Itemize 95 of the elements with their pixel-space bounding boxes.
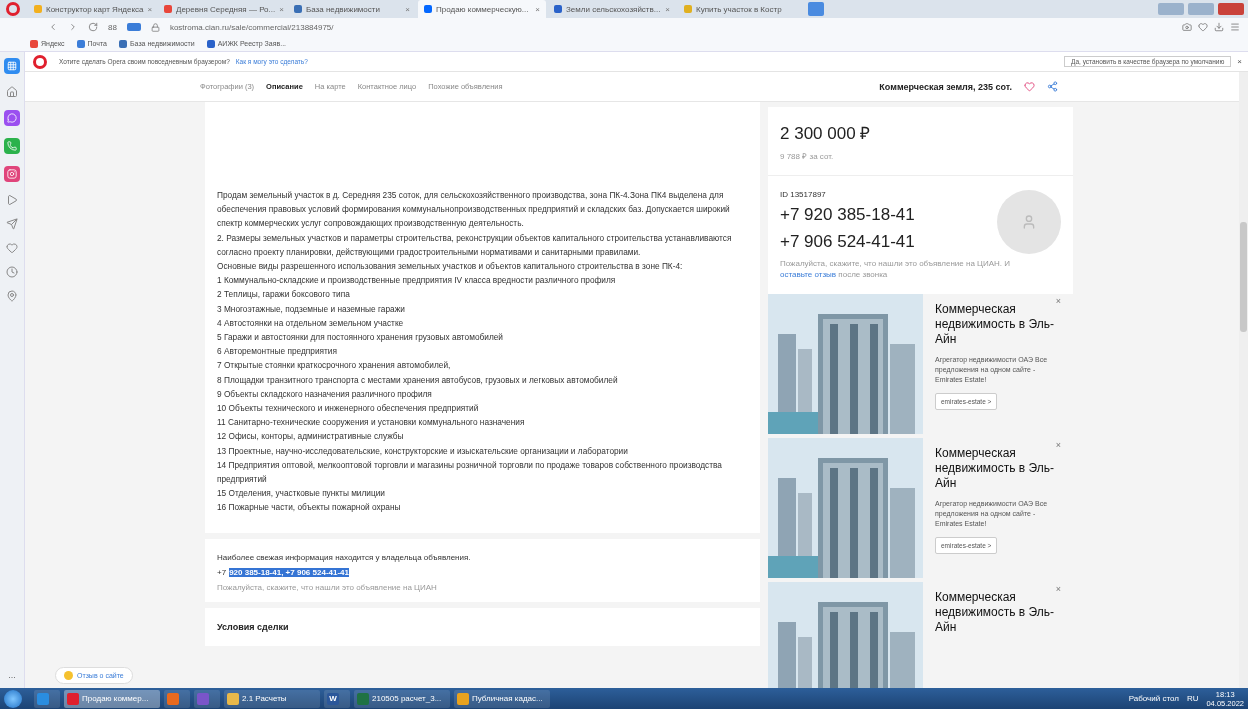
phone-prefix: +7 xyxy=(217,567,227,577)
app-icon xyxy=(37,692,49,705)
browser-tab[interactable]: Купить участок в Костр xyxy=(678,0,806,18)
close-icon[interactable]: × xyxy=(147,4,153,14)
description-text: 16 Пожарные части, объекты пожарной охраны xyxy=(217,501,402,515)
taskbar-item[interactable]: 210505 расчет_3... xyxy=(354,689,450,708)
browser-tab[interactable]: База недвижимости × xyxy=(288,0,416,18)
taskbar-item[interactable] xyxy=(194,689,220,708)
ad-title[interactable]: Коммерческая недвижимость в Эль-Айн xyxy=(935,446,1055,491)
app-icon xyxy=(457,692,469,705)
desktop-label[interactable]: Рабочий стол xyxy=(1128,694,1179,703)
description-text: 12 Офисы, конторы, административные службы xyxy=(217,430,405,444)
description-text: 5 Гаражи и автостоянки для постоянного хранения грузовых автомобилей xyxy=(217,331,504,345)
scrollbar-thumb[interactable] xyxy=(1240,222,1247,332)
description-text: 2. Размеры земельных участков и параметры строительства, реконструкции объектов капитального строительства устанавливаются согласно проекту планировки, действующими градостроительными нормативами и санитарными правилами. xyxy=(217,231,733,259)
description-text: 3 Многоэтажные, подземные и наземные гаражи xyxy=(217,302,406,316)
lock-icon xyxy=(150,22,160,32)
speed-dial-label[interactable]: 88 xyxy=(108,22,117,32)
listing-id: ID 13517897 xyxy=(780,190,827,201)
price-per-unit: 9 788 ₽ за сот. xyxy=(780,151,835,161)
taskbar-item[interactable] xyxy=(164,689,190,708)
opera-logo-icon xyxy=(33,54,47,69)
phone-number[interactable]: +7 906 524-41-41 xyxy=(780,231,997,254)
close-icon[interactable]: × xyxy=(279,4,284,14)
description-text: 13 Проектные, научно-исследовательские, конструкторские и изыскательские организации и лаборатории xyxy=(217,444,629,458)
heart-icon[interactable] xyxy=(1198,22,1208,32)
download-icon[interactable] xyxy=(1214,22,1224,32)
description-text: 2 Теплицы, гаражи боксового типа xyxy=(217,288,351,302)
taskbar-item[interactable]: Продаю коммер... xyxy=(64,689,160,708)
browser-tab[interactable]: Деревня Середняя — Ро... × xyxy=(158,0,286,18)
section-title: Условия сделки xyxy=(205,607,760,646)
app-icon xyxy=(227,692,239,705)
app-icon[interactable] xyxy=(4,138,20,154)
description-text: 8 Площадки транзитного транспорта с местами хранения автобусов, грузовых и легковых автомобилей xyxy=(217,373,619,387)
close-button[interactable]: × xyxy=(1055,584,1061,594)
app-icon xyxy=(67,692,79,705)
close-button[interactable]: × xyxy=(1055,440,1061,450)
description-text: 15 Отделения, участковые пункты милиции xyxy=(217,487,386,501)
app-icon[interactable] xyxy=(4,110,20,126)
taskbar-item[interactable]: W xyxy=(324,689,350,708)
phone-numbers: 920 385-18-41, +7 906 524-41-41 xyxy=(229,567,349,577)
close-icon[interactable]: × xyxy=(665,4,670,14)
description-text: Основные виды разрешенного использования земельных участков и объектов капитального строительства в зоне ПК-4: xyxy=(217,260,684,273)
hint-text: Пожалуйста, скажите, что нашли это объявление на ЦИАН xyxy=(217,582,438,592)
camera-icon[interactable] xyxy=(1182,22,1192,32)
address-field[interactable]: kostroma.cian.ru/sale/commercial/213884975/ xyxy=(169,22,334,32)
app-icon[interactable] xyxy=(4,166,20,182)
taskbar-item[interactable]: 2.1 Расчеты xyxy=(224,689,320,708)
app-icon: W xyxy=(327,692,339,705)
close-button[interactable]: × xyxy=(1055,296,1061,306)
share-icon[interactable] xyxy=(1047,81,1058,92)
hint-text: Пожалуйста, скажите, что нашли это объявление на ЦИАН. И оставьте отзыв после звонка xyxy=(780,258,1012,280)
start-button[interactable] xyxy=(4,689,22,708)
description-text: 1 Коммунально-складские и производственные предприятия IV класса вредности различного профиля xyxy=(217,274,617,288)
browser-tab[interactable]: Конструктор карт Яндекса × xyxy=(28,0,156,18)
phone-number[interactable]: +7 920 385-18-41 xyxy=(780,205,997,228)
owner-note: Наиболее свежая информация находится у владельца объявления. xyxy=(217,552,472,562)
description-text: 4 Автостоянки на отдельном земельном участке xyxy=(217,316,405,330)
close-button[interactable]: × xyxy=(1237,57,1242,66)
send-icon[interactable] xyxy=(6,218,18,230)
menu-icon[interactable] xyxy=(1230,22,1240,32)
heart-icon[interactable] xyxy=(1024,81,1035,92)
language-indicator[interactable]: RU xyxy=(1186,694,1199,703)
description-text: 7 Открытые стоянки краткосрочного хранения автомобилей, xyxy=(217,359,452,373)
pin-icon[interactable] xyxy=(6,290,18,302)
taskbar-item[interactable] xyxy=(34,689,60,708)
feedback-link[interactable]: оставьте отзыв xyxy=(780,270,837,279)
description-text: Продам земельный участок в д. Середняя 235 соток, для сельскохозяйственного производства, зона ПК-4.Зона ПК4 выделена для обеспечения правовых условий формирования коммунальнопроизводственных предприятий и складских баз. Допускается широкий спектр коммерческих услуг сопровождающих производственную деятельность. xyxy=(217,189,731,231)
description-text: 6 Авторемонтные предприятия xyxy=(217,345,338,359)
description-text: 11 Санитарно-технические сооружения и установки коммунального назначения xyxy=(217,416,526,430)
close-icon[interactable]: × xyxy=(405,4,410,14)
home-icon[interactable] xyxy=(6,86,18,98)
close-icon[interactable]: × xyxy=(535,4,540,14)
reload-icon[interactable] xyxy=(88,22,98,32)
description-text: 14 Предприятия оптовой, мелкооптовой торговли и магазины розничной торговли по продаже товаров собственного производства предприятий xyxy=(217,458,723,487)
description-text: 10 Объекты технического и инженерного обеспечения предприятий xyxy=(217,402,480,416)
heart-icon[interactable] xyxy=(6,242,18,254)
app-icon xyxy=(167,692,179,705)
taskbar-item[interactable]: Публичная кадас... xyxy=(454,689,550,708)
smile-icon xyxy=(64,671,73,680)
browser-tab[interactable]: Земли сельскохозяйств... × xyxy=(548,0,676,18)
app-icon xyxy=(197,692,209,705)
play-icon[interactable] xyxy=(6,194,18,206)
back-icon[interactable] xyxy=(48,22,58,32)
listing-title: Коммерческая земля, 235 сот. xyxy=(879,81,1012,92)
ad-title[interactable]: Коммерческая недвижимость в Эль-Айн xyxy=(935,302,1055,347)
price: 2 300 000 ₽ xyxy=(780,123,872,144)
ad-title[interactable]: Коммерческая недвижимость в Эль-Айн xyxy=(935,590,1055,635)
app-icon[interactable] xyxy=(4,58,20,74)
description-text: 9 Объекты складского назначения различного профиля xyxy=(217,387,433,401)
forward-icon[interactable] xyxy=(68,22,78,32)
more-icon[interactable]: ... xyxy=(8,670,16,680)
clock-icon[interactable] xyxy=(6,266,18,278)
browser-tab[interactable]: Продаю коммерческую... × xyxy=(418,0,546,18)
app-icon xyxy=(357,692,369,705)
